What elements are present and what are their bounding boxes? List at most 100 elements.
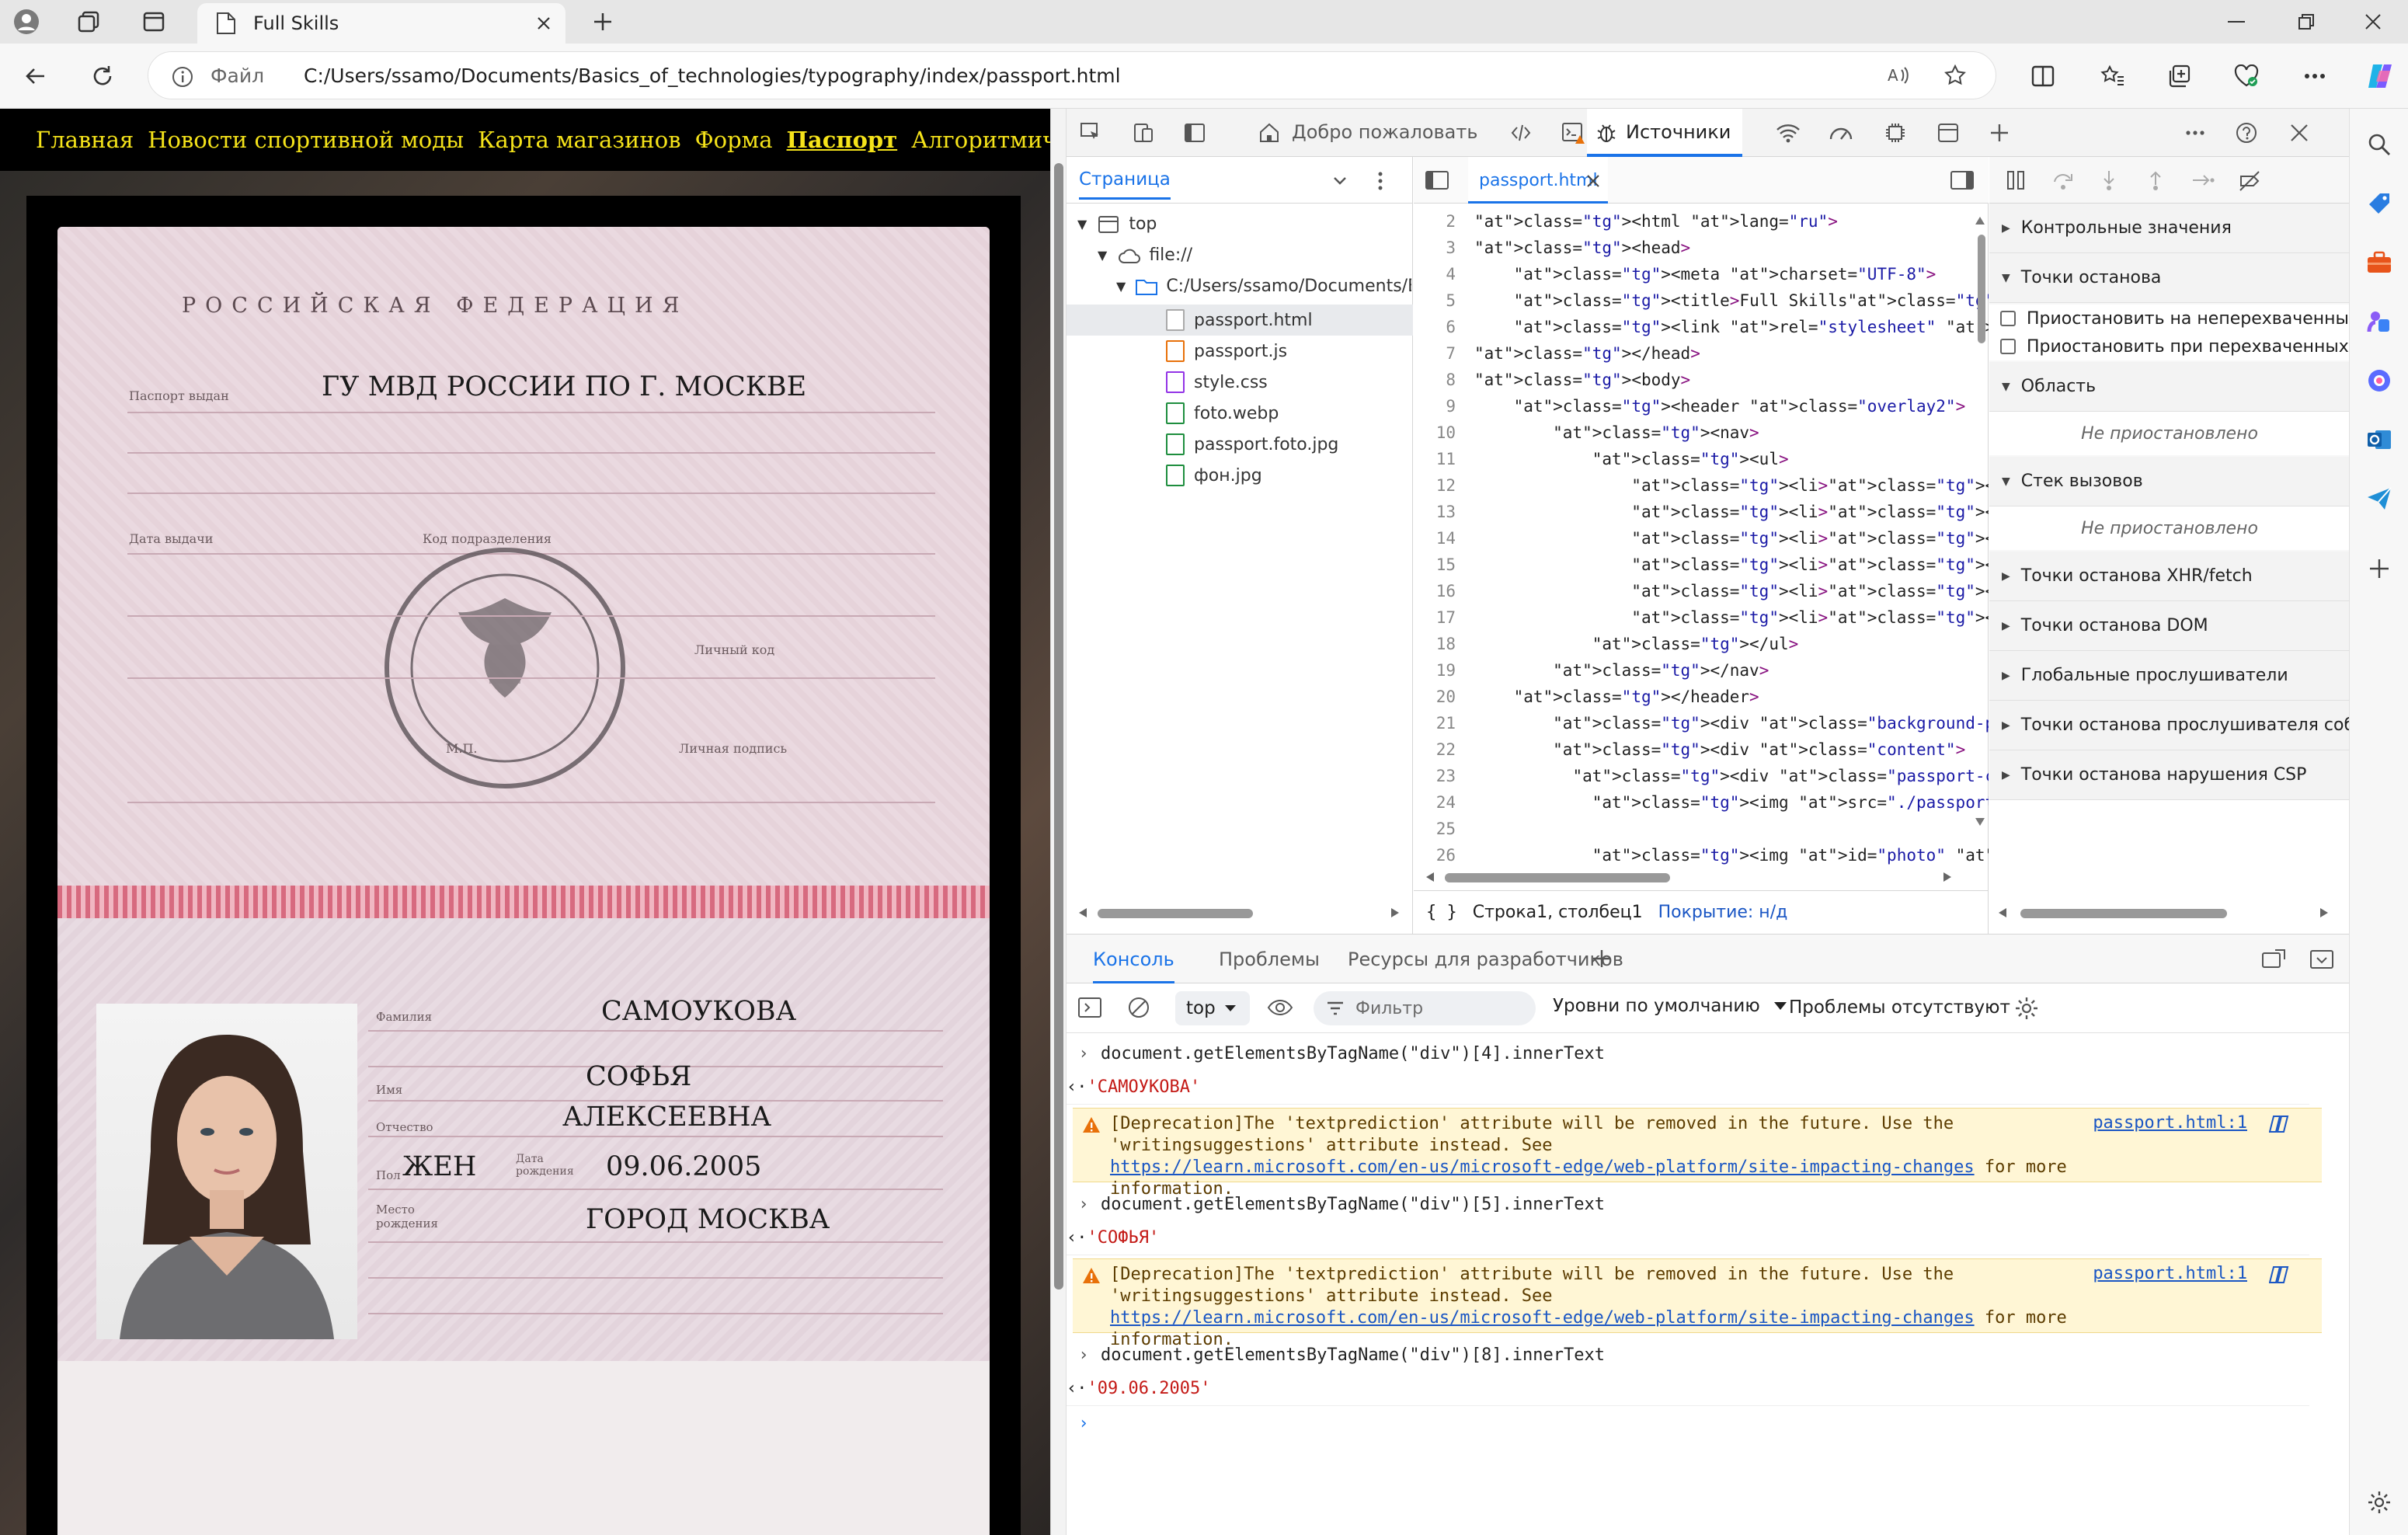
console-sidebar-icon[interactable] — [1077, 996, 1102, 1019]
browser-tab[interactable]: Full Skills — [197, 3, 565, 44]
undock-drawer-icon[interactable] — [2261, 948, 2286, 970]
console-filter-input[interactable]: Фильтр — [1314, 991, 1536, 1025]
copilot-icon[interactable] — [2363, 59, 2397, 93]
section-call-stack[interactable]: ▼ Стек вызовов — [1989, 457, 2350, 506]
toggle-navigator-icon[interactable] — [1425, 169, 1449, 191]
line-number[interactable]: 21 — [1414, 714, 1474, 733]
live-expression-eye-icon[interactable] — [1267, 996, 1293, 1019]
console-warning[interactable]: [Deprecation]The 'textprediction' attrib… — [1073, 1108, 2322, 1199]
line-number[interactable]: 20 — [1414, 687, 1474, 706]
workspaces-icon[interactable] — [73, 6, 104, 37]
line-number[interactable]: 17 — [1414, 608, 1474, 627]
line-number[interactable]: 18 — [1414, 635, 1474, 653]
games-icon[interactable] — [2361, 303, 2398, 340]
line-number[interactable]: 11 — [1414, 450, 1474, 468]
minimize-icon[interactable] — [2201, 0, 2271, 44]
address-field[interactable]: Файл C:/Users/ssamo/Documents/Basics_of_… — [148, 51, 1996, 99]
info-icon[interactable] — [172, 66, 193, 88]
console-result-row[interactable]: ‹· 'СОФЬЯ' — [1067, 1221, 2309, 1255]
section-xhr-breakpoints[interactable]: ▶ Точки останова XHR/fetch — [1989, 552, 2350, 601]
code-line[interactable]: 13 "at">class="tg"><li>"at">class="tg"><… — [1414, 499, 1989, 525]
line-number[interactable]: 19 — [1414, 661, 1474, 680]
console-prompt[interactable]: › — [1067, 1406, 2309, 1440]
console-input-row[interactable]: › document.getElementsByTagName("div")[4]… — [1067, 1036, 2309, 1070]
line-number[interactable]: 8 — [1414, 371, 1474, 389]
section-watch[interactable]: ▶ Контрольные значения — [1989, 204, 2350, 253]
nav-link-task[interactable]: Алгоритмическая зада — [911, 127, 1050, 153]
nav-link-form[interactable]: Форма — [695, 127, 773, 153]
close-tab-icon[interactable] — [530, 9, 558, 37]
copilot-explain-icon[interactable] — [2269, 1265, 2291, 1284]
code-line[interactable]: 24 "at">class="tg"><img "at">src="./pass… — [1414, 789, 1989, 816]
editor-tab-passport-html[interactable]: passport.html — [1468, 157, 1608, 204]
line-number[interactable]: 16 — [1414, 582, 1474, 600]
code-h-scrollbar[interactable] — [1445, 873, 1670, 882]
split-screen-icon[interactable] — [2026, 59, 2060, 93]
code-line[interactable]: 6 "at">class="tg"><link "at">rel="styles… — [1414, 314, 1989, 340]
outlook-icon[interactable] — [2361, 421, 2398, 458]
code-area[interactable]: 2 "at">class="tg"><html "at">lang="ru"> 3 "… — [1414, 204, 1989, 872]
pause-caught-checkbox[interactable] — [2000, 339, 2016, 354]
section-scope[interactable]: ▼ Область — [1989, 362, 2350, 412]
debugger-h-scrollbar[interactable] — [2020, 909, 2227, 918]
console-settings-gear-icon[interactable] — [2014, 996, 2039, 1021]
performance-icon[interactable] — [1828, 120, 1854, 146]
section-global-listeners[interactable]: ▶ Глобальные прослушиватели — [1989, 651, 2350, 701]
step-into-icon[interactable] — [2098, 169, 2120, 191]
browser-essentials-icon[interactable] — [2229, 59, 2264, 93]
line-number[interactable]: 14 — [1414, 529, 1474, 548]
console-input-row[interactable]: › document.getElementsByTagName("div")[8]… — [1067, 1338, 2309, 1372]
code-line[interactable]: 9 "at">class="tg"><header "at">class="ov… — [1414, 393, 1965, 419]
shopping-tag-icon[interactable] — [2361, 185, 2398, 222]
tree-item-folder[interactable]: ▼ C:/Users/ssamo/Documents/B — [1116, 277, 1411, 296]
line-number[interactable]: 4 — [1414, 265, 1474, 284]
console-log[interactable]: › document.getElementsByTagName("div")[4]… — [1067, 1033, 2350, 1535]
toggle-debugger-icon[interactable] — [1950, 169, 1975, 191]
profile-icon[interactable] — [11, 6, 42, 37]
warning-doc-link[interactable]: https://learn.microsoft.com/en-us/micros… — [1110, 1308, 1975, 1328]
line-number[interactable]: 2 — [1414, 212, 1474, 231]
nav-link-map[interactable]: Карта магазинов — [478, 127, 680, 153]
nav-link-home[interactable]: Главная — [36, 127, 134, 153]
tree-item-fon-jpg[interactable]: фон.jpg — [1166, 465, 1262, 486]
tools-briefcase-icon[interactable] — [2361, 244, 2398, 281]
code-line[interactable]: 8 "at">class="tg"><body> — [1414, 367, 1690, 393]
code-line[interactable]: 26 "at">class="tg"><img "at">id="photo" … — [1414, 842, 1989, 868]
elements-icon[interactable] — [1508, 120, 1534, 146]
tree-item-file-origin[interactable]: ▼ file:// — [1098, 245, 1192, 265]
code-line[interactable]: 4 "at">class="tg"><meta "at">charset="UT… — [1414, 261, 1936, 287]
nav-link-news[interactable]: Новости спортивной моды — [148, 127, 464, 153]
nav-link-passport[interactable]: Паспорт — [787, 127, 898, 153]
pretty-print-button[interactable]: { } — [1426, 903, 1457, 922]
console-warning-icon[interactable] — [1561, 120, 1587, 146]
line-number[interactable]: 10 — [1414, 423, 1474, 442]
line-number[interactable]: 26 — [1414, 846, 1474, 865]
scroll-right-icon[interactable] — [1390, 907, 1401, 918]
help-icon[interactable] — [2233, 120, 2260, 146]
console-result-row[interactable]: ‹· 'САМОУКОВА' — [1067, 1070, 2309, 1105]
code-line[interactable]: 11 "at">class="tg"><ul> — [1414, 446, 1789, 472]
section-csp-breakpoints[interactable]: ▶ Точки останова нарушения CSP — [1989, 750, 2350, 800]
debugger-scroll-left-icon[interactable] — [1997, 907, 2008, 918]
section-dom-breakpoints[interactable]: ▶ Точки останова DOM — [1989, 601, 2350, 651]
code-scroll-down-icon[interactable] — [1975, 817, 1985, 828]
line-number[interactable]: 7 — [1414, 344, 1474, 363]
navigator-h-scrollbar[interactable] — [1098, 909, 1253, 918]
code-line[interactable]: 17 "at">class="tg"><li>"at">class="tg"><… — [1414, 604, 1989, 631]
drawer-tab-console[interactable]: Консоль — [1093, 948, 1174, 983]
url-text[interactable]: C:/Users/ssamo/Documents/Basics_of_techn… — [304, 64, 1121, 87]
sidebar-settings-gear-icon[interactable] — [2361, 1484, 2398, 1521]
line-number[interactable]: 22 — [1414, 740, 1474, 759]
welcome-home-icon[interactable] — [1256, 120, 1282, 146]
close-devtools-icon[interactable] — [2286, 120, 2312, 146]
code-scroll-left-icon[interactable] — [1425, 872, 1435, 882]
line-number[interactable]: 3 — [1414, 238, 1474, 257]
device-emulation-icon[interactable] — [1130, 120, 1157, 146]
tree-item-passport-foto[interactable]: passport.foto.jpg — [1166, 433, 1338, 455]
pause-caught-row[interactable]: Приостановить при перехваченных — [1989, 332, 2350, 360]
warning-source-link[interactable]: passport.html:1 — [2093, 1113, 2247, 1133]
drawer-tab-issues[interactable]: Проблемы — [1219, 948, 1320, 970]
network-icon[interactable] — [1775, 120, 1801, 146]
coverage-status[interactable]: Покрытие: н/д — [1658, 903, 1788, 922]
code-line[interactable]: 23 "at">class="tg"><div "at">class="pass… — [1414, 763, 1989, 789]
